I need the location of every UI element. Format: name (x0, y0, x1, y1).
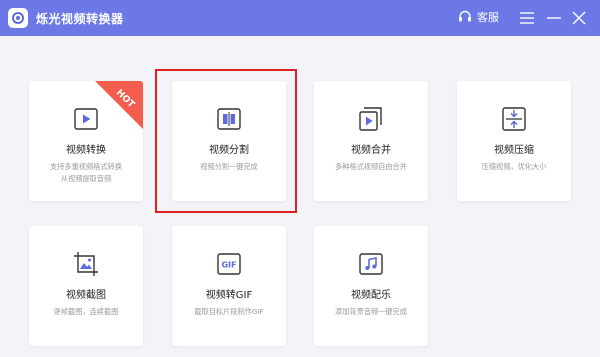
merge-icon (359, 107, 382, 131)
tool-card-video-merge[interactable]: 视频合并 多种格式视频自由合并 (314, 81, 428, 201)
tool-card-video-to-gif[interactable]: GIF 视频转GIF 截取目标片段制作GIF (172, 226, 286, 346)
tool-name: 视频截图 (66, 290, 106, 301)
close-icon[interactable] (570, 8, 588, 28)
video-play-icon (74, 108, 98, 130)
svg-text:GIF: GIF (221, 261, 236, 270)
tool-name: 视频分割 (209, 145, 249, 156)
tool-name: 视频合并 (351, 145, 391, 156)
tool-name: 视频转换 (66, 145, 106, 156)
screenshot-icon (74, 252, 98, 276)
support-label: 客服 (477, 11, 499, 24)
minimize-icon[interactable] (545, 8, 563, 28)
tool-desc: 多种格式视频自由合并 (335, 162, 407, 171)
support-button[interactable]: 客服 (458, 9, 499, 25)
tool-card-video-split[interactable]: 视频分割 视频分割一键完成 (172, 81, 286, 201)
tool-desc: 支持多重视频格式转换 从视频提取音频 (50, 162, 122, 183)
hot-badge: HOT (95, 81, 143, 129)
tool-desc: 压缩视频，优化大小 (481, 162, 547, 171)
tool-name: 视频转GIF (205, 290, 253, 301)
tool-desc: 添加背景音频一键完成 (335, 307, 407, 316)
tool-name: 视频压缩 (494, 145, 534, 156)
tool-card-video-screenshot[interactable]: 视频截图 逐帧截图，连续截图 (29, 226, 143, 346)
tool-desc: 视频分割一键完成 (200, 162, 258, 171)
tool-desc: 逐帧截图，连续截图 (53, 307, 119, 316)
tool-desc: 截取目标片段制作GIF (194, 307, 264, 316)
title-bar: 烁光视频转换器 客服 (0, 0, 600, 36)
tool-card-video-compress[interactable]: 视频压缩 压缩视频，优化大小 (457, 81, 571, 201)
app-title: 烁光视频转换器 (36, 12, 124, 26)
split-icon (217, 108, 241, 130)
compress-icon (502, 107, 526, 131)
app-logo-icon (8, 8, 28, 28)
music-icon (359, 253, 383, 275)
headset-icon (459, 10, 471, 22)
gif-icon: GIF (217, 253, 241, 275)
menu-icon[interactable] (518, 8, 536, 28)
tool-card-video-music[interactable]: 视频配乐 添加背景音频一键完成 (314, 226, 428, 346)
tool-card-video-convert[interactable]: HOT 视频转换 支持多重视频格式转换 从视频提取音频 (29, 81, 143, 201)
tool-name: 视频配乐 (351, 290, 391, 301)
